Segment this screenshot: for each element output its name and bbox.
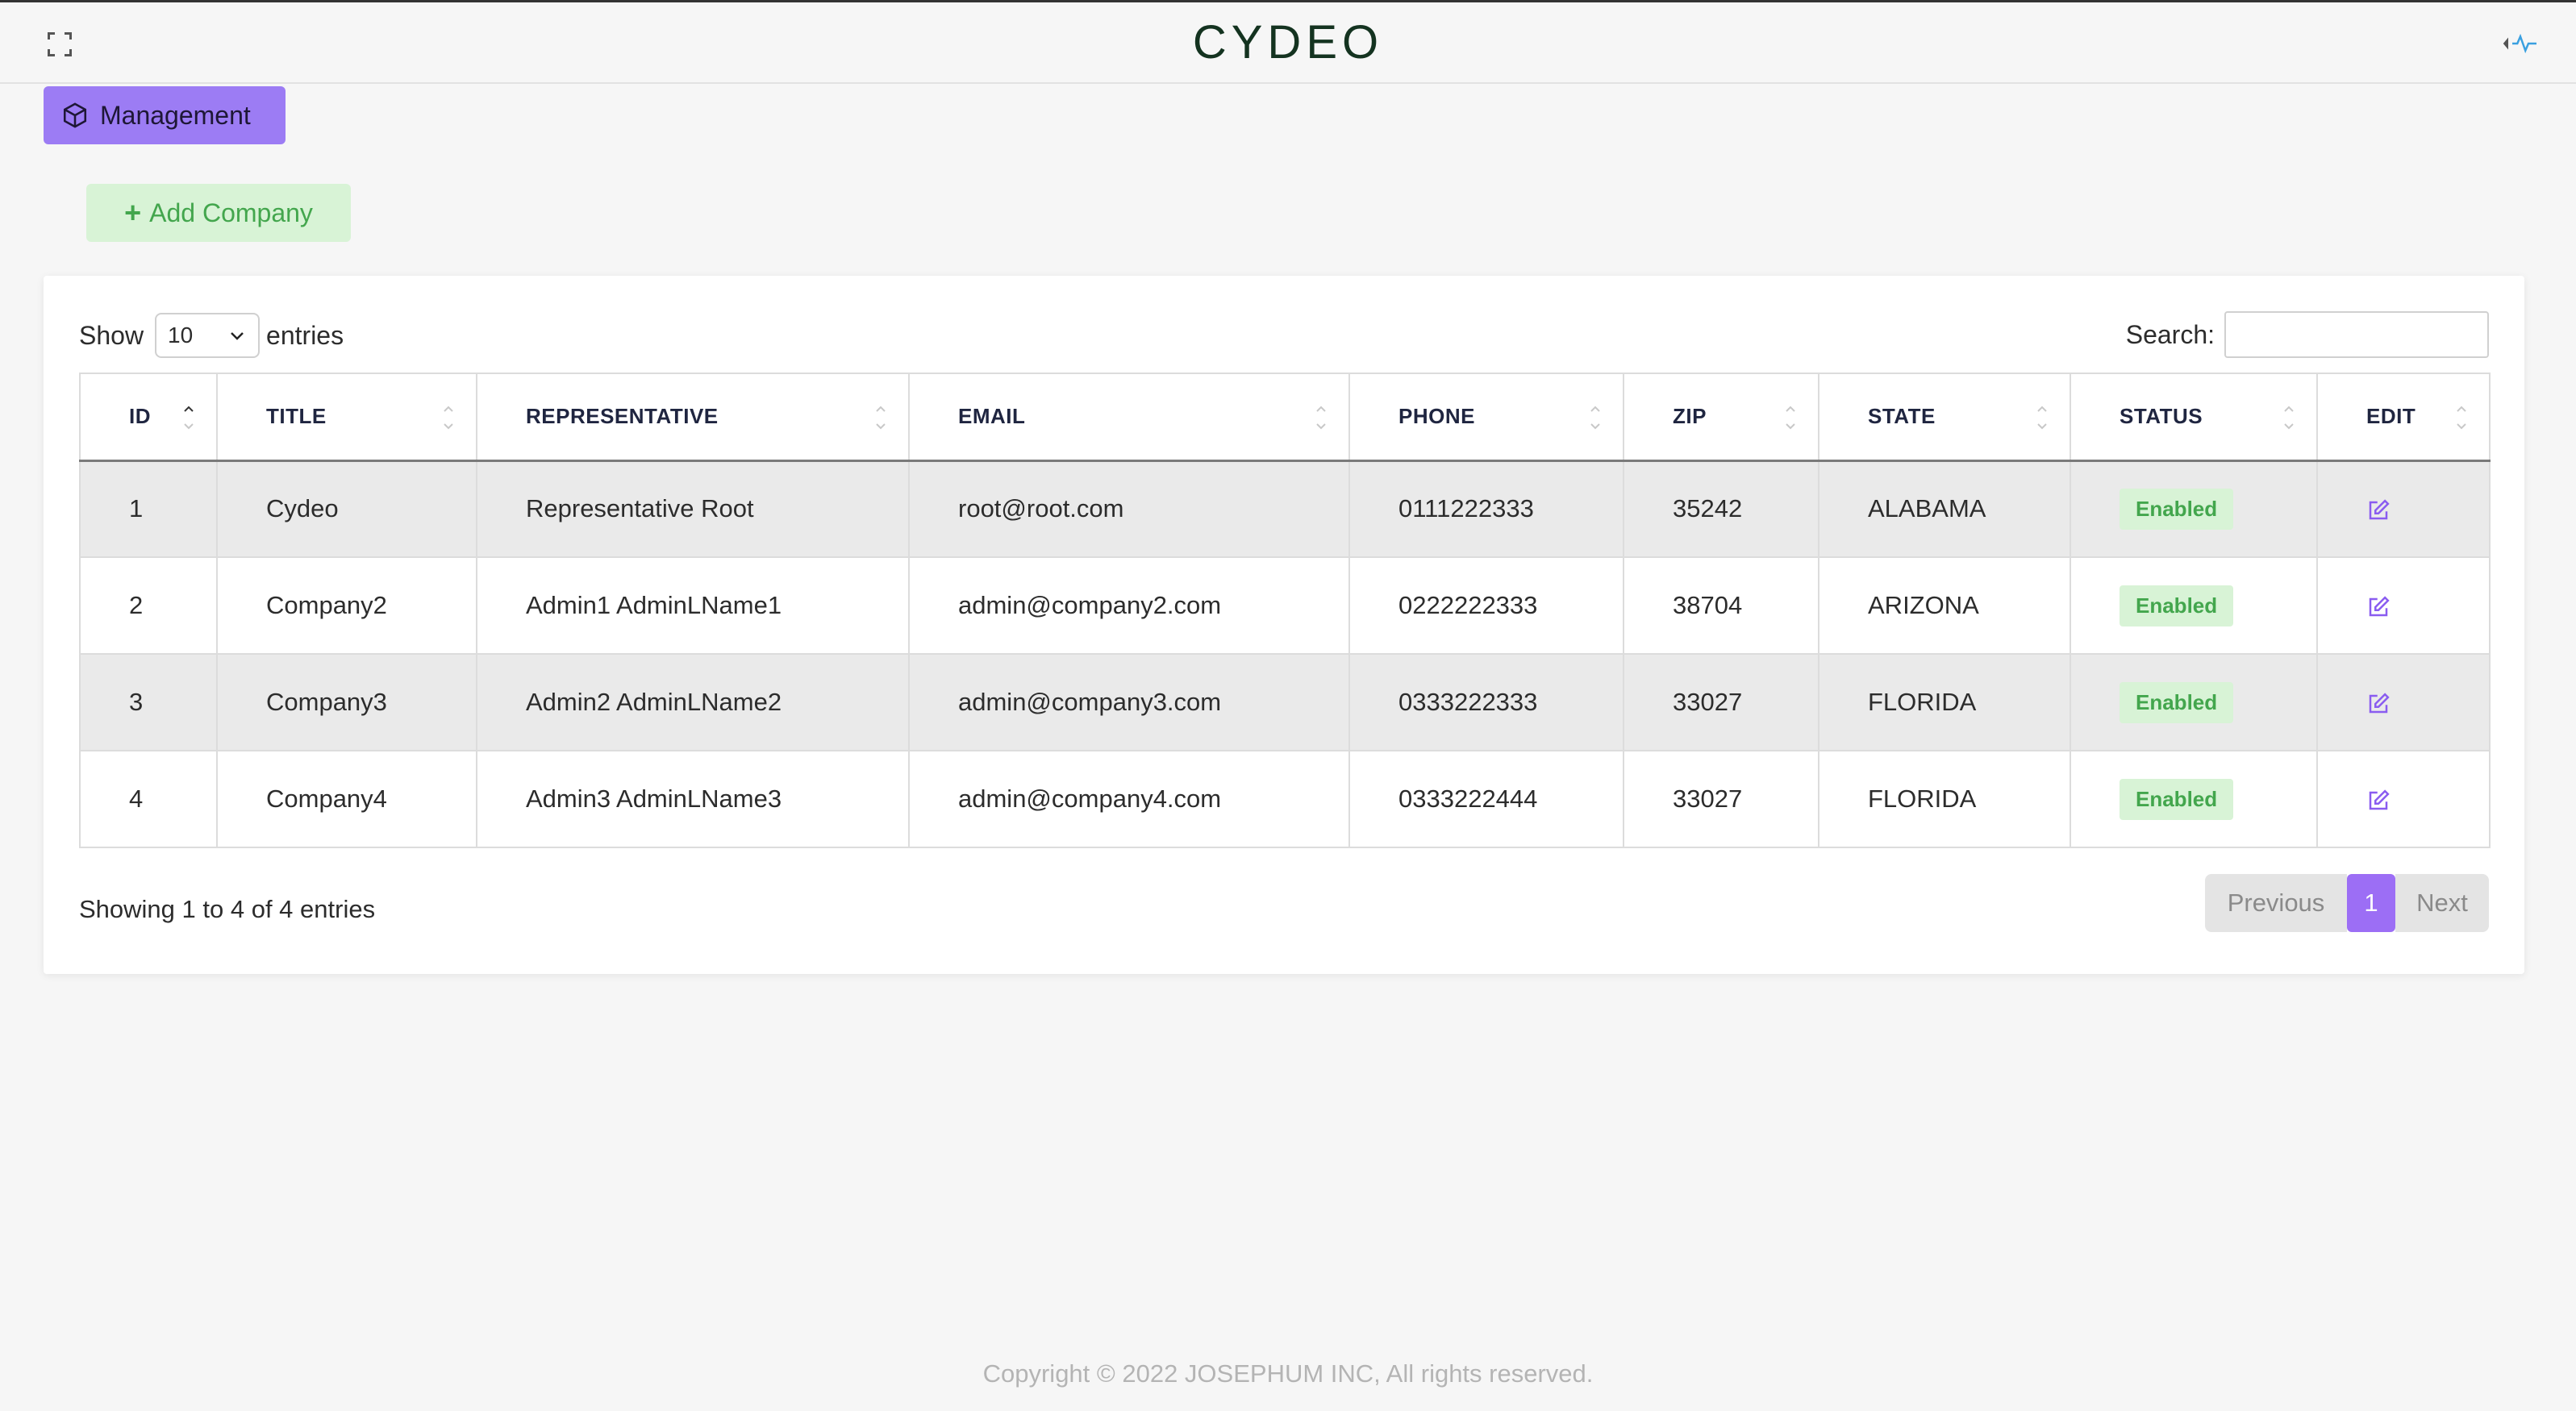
table-row: 1 Cydeo Representative Root root@root.co… [80,460,2491,558]
cell-id: 1 [80,460,218,558]
edit-icon[interactable] [2366,595,2391,619]
cell-zip: 38704 [1624,557,1819,655]
chevron-down-icon [231,332,244,340]
cell-zip: 35242 [1624,460,1819,558]
next-page-button[interactable]: Next [2395,874,2489,932]
status-badge: Enabled [2120,585,2234,626]
sort-icon [2037,406,2047,430]
cell-title: Company2 [217,557,477,655]
cell-status: Enabled [2070,751,2318,848]
cell-representative: Admin1 AdminLName1 [477,557,910,655]
sort-icon [1786,406,1795,430]
column-header-representative[interactable]: REPRESENTATIVE [477,373,910,462]
page-length-value: 10 [168,323,194,348]
status-badge: Enabled [2120,681,2234,723]
cell-phone: 0333222444 [1349,751,1624,848]
companies-card: Show 10 entries Search: ID TITLE REPRESE… [44,276,2524,974]
table-header-row: ID TITLE REPRESENTATIVE EMAIL PHONE ZIP … [80,373,2491,462]
cell-zip: 33027 [1624,751,1819,848]
column-header-state[interactable]: STATE [1819,373,2071,462]
table-row: 3 Company3 Admin2 AdminLName2 admin@comp… [80,654,2491,751]
companies-table: ID TITLE REPRESENTATIVE EMAIL PHONE ZIP … [79,373,2491,848]
cube-icon [63,102,87,128]
sort-icon [2457,406,2466,430]
page-1-button[interactable]: 1 [2347,874,2395,932]
brand-logo[interactable]: CYDEO [0,15,2576,69]
sort-icon [444,406,453,430]
status-badge: Enabled [2120,488,2234,530]
cell-status: Enabled [2070,557,2318,655]
column-header-edit[interactable]: EDIT [2317,373,2491,462]
column-header-title[interactable]: TITLE [217,373,477,462]
show-label: Show [79,320,144,350]
cell-id: 3 [80,654,218,751]
column-header-zip[interactable]: ZIP [1624,373,1819,462]
entries-label: entries [266,320,344,350]
add-company-button[interactable]: + Add Company [86,184,351,242]
cell-edit [2317,557,2491,655]
cell-phone: 0222222333 [1349,557,1624,655]
table-row: 4 Company4 Admin3 AdminLName3 admin@comp… [80,751,2491,848]
cell-representative: Admin2 AdminLName2 [477,654,910,751]
status-badge: Enabled [2120,778,2234,820]
cell-title: Company4 [217,751,477,848]
cell-representative: Representative Root [477,460,910,558]
sort-icon [1590,406,1600,430]
cell-phone: 0111222333 [1349,460,1624,558]
management-menu-button[interactable]: Management [44,86,286,144]
sort-icon [876,406,886,430]
cell-email: admin@company3.com [909,654,1350,751]
cell-representative: Admin3 AdminLName3 [477,751,910,848]
cell-title: Company3 [217,654,477,751]
cell-id: 4 [80,751,218,848]
search-label: Search: [2125,319,2215,349]
edit-icon[interactable] [2366,498,2391,522]
previous-page-button[interactable]: Previous [2205,874,2347,932]
pagination: Previous 1 Next [2205,874,2489,932]
cell-email: admin@company2.com [909,557,1350,655]
column-header-status[interactable]: STATUS [2070,373,2318,462]
footer-copyright: Copyright © 2022 JOSEPHUM INC, All right… [982,1359,1594,1388]
cell-title: Cydeo [217,460,477,558]
cell-phone: 0333222333 [1349,654,1624,751]
column-header-id[interactable]: ID [80,373,218,462]
sort-icon [1316,406,1326,430]
add-company-label: Add Company [149,198,313,227]
page-length-control: Show 10 entries [79,313,344,358]
table-search: Search: [2126,311,2489,358]
cell-edit [2317,751,2491,848]
cell-state: FLORIDA [1819,654,2071,751]
sort-ascending-icon [184,406,194,430]
cell-edit [2317,654,2491,751]
activity-toggle-icon[interactable] [2500,31,2541,56]
cell-status: Enabled [2070,654,2318,751]
table-info: Showing 1 to 4 of 4 entries [79,895,376,923]
page-length-select[interactable]: 10 [155,313,261,358]
sort-icon [2284,406,2294,430]
cell-zip: 33027 [1624,654,1819,751]
management-label: Management [100,100,251,130]
column-header-phone[interactable]: PHONE [1349,373,1624,462]
cell-state: ALABAMA [1819,460,2071,558]
cell-edit [2317,460,2491,558]
cell-id: 2 [80,557,218,655]
cell-status: Enabled [2070,460,2318,558]
table-row: 2 Company2 Admin1 AdminLName1 admin@comp… [80,557,2491,655]
cell-email: admin@company4.com [909,751,1350,848]
cell-email: root@root.com [909,460,1350,558]
search-input[interactable] [2224,311,2489,358]
top-navbar: CYDEO [0,0,2576,84]
edit-icon[interactable] [2366,692,2391,716]
column-header-email[interactable]: EMAIL [909,373,1350,462]
edit-icon[interactable] [2366,789,2391,813]
cell-state: FLORIDA [1819,751,2071,848]
plus-icon: + [124,196,142,229]
cell-state: ARIZONA [1819,557,2071,655]
